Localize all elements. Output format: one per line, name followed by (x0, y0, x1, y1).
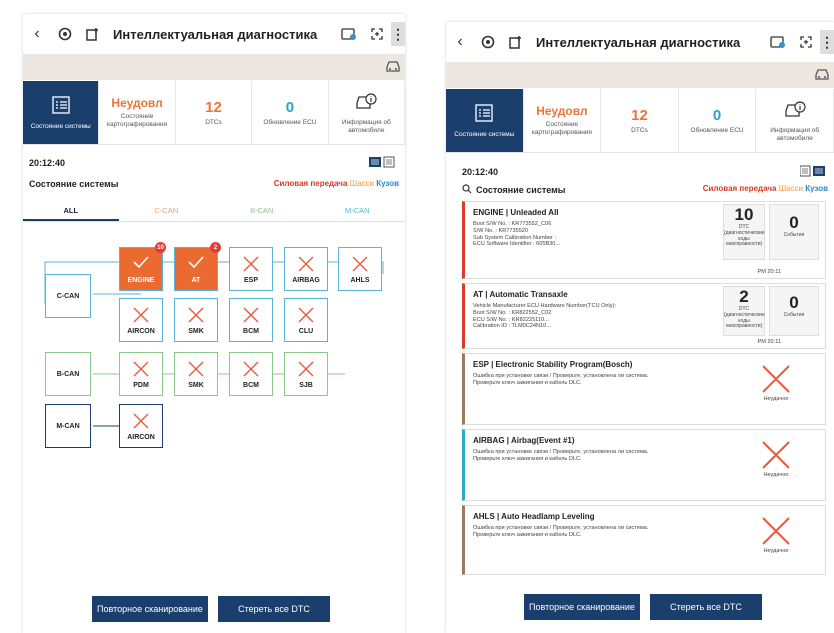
node-bcm-b[interactable]: BCM (229, 352, 273, 396)
bus-m-can: M-CAN (45, 404, 91, 448)
node-aircon-m[interactable]: AIRCON (119, 404, 163, 448)
section-title: Состояние системы (462, 184, 565, 196)
check-icon (132, 255, 150, 271)
header: ‹ Интеллектуальная диагностика ⋮ (446, 22, 834, 62)
car-icon[interactable] (814, 67, 830, 86)
node-at[interactable]: 2 AT (174, 242, 221, 291)
system-list: ENGINE | Unleaded All Boot S/W No. : KR7… (462, 201, 826, 583)
node-aircon[interactable]: AIRCON (119, 298, 163, 342)
rescan-button[interactable]: Повторное сканирование (92, 596, 208, 622)
dtc-badge: 10 (155, 242, 166, 253)
events-count-box[interactable]: 0 События (769, 286, 819, 336)
vehicle-connect-icon[interactable] (502, 32, 530, 52)
erase-dtc-button[interactable]: Стереть все DTC (650, 594, 762, 620)
error-x-icon (132, 306, 150, 326)
node-airbag[interactable]: AIRBAG (284, 247, 328, 291)
list-item-esp[interactable]: ESP | Electronic Stability Program(Bosch… (462, 353, 826, 425)
fullscreen-icon[interactable] (792, 32, 820, 52)
scan-settings-icon[interactable] (474, 32, 502, 52)
error-x-icon (351, 255, 369, 275)
dtc-badge: 2 (210, 242, 221, 253)
list-item-at[interactable]: AT | Automatic Transaxle Vehicle Manufac… (462, 283, 826, 349)
check-icon (187, 255, 205, 271)
summary-cards: Состояние системы Неудовл Состояние карт… (446, 89, 834, 153)
vci-icon[interactable] (764, 32, 792, 52)
left-screen: ‹ Интеллектуальная диагностика ⋮ Состоян… (23, 14, 405, 633)
app-title: Интеллектуальная диагностика (536, 34, 741, 50)
error-x-icon (187, 360, 205, 380)
list-icon (474, 103, 494, 128)
card-ecu-update[interactable]: 0 Обновление ECU (679, 89, 757, 152)
list-item-airbag[interactable]: AIRBAG | Airbag(Event #1) Ошибка при уст… (462, 429, 826, 501)
node-engine[interactable]: 10 ENGINE (119, 242, 166, 291)
link-chassis[interactable]: Шасси (779, 184, 803, 193)
card-dtcs[interactable]: 12 DTCs (601, 89, 679, 152)
node-smk[interactable]: SMK (174, 298, 218, 342)
bus-c-can: C-CAN (45, 274, 91, 318)
rescan-button[interactable]: Повторное сканирование (524, 594, 640, 620)
error-x-icon (132, 412, 150, 432)
search-icon[interactable] (462, 184, 472, 196)
error-x-icon (242, 255, 260, 275)
more-icon[interactable]: ⋮ (820, 30, 834, 54)
card-vehicle-info[interactable]: Информация об автомобиле (756, 89, 834, 152)
list-item-ahls[interactable]: AHLS | Auto Headlamp Leveling Ошибка при… (462, 505, 826, 575)
node-pdm[interactable]: PDM (119, 352, 163, 396)
action-buttons: Повторное сканирование Стереть все DTC (92, 596, 330, 622)
card-system-status[interactable]: Состояние системы (446, 89, 524, 152)
link-body[interactable]: Кузов (805, 184, 828, 193)
node-sjb[interactable]: SJB (284, 352, 328, 396)
node-clu[interactable]: CLU (284, 298, 328, 342)
node-esp[interactable]: ESP (229, 247, 273, 291)
back-arrow-icon[interactable]: ‹ (446, 33, 474, 51)
vehicle-bar (446, 62, 834, 88)
grid-view-icon[interactable] (799, 164, 826, 182)
error-x-icon (297, 306, 315, 326)
link-powertrain[interactable]: Силовая передача (703, 184, 777, 193)
error-x-icon (297, 255, 315, 275)
error-x-icon (297, 360, 315, 380)
events-count-box[interactable]: 0 События (769, 204, 819, 260)
dtc-count-box[interactable]: 10 DTC (диагностические коды неисправнос… (723, 204, 765, 260)
erase-dtc-button[interactable]: Стереть все DTC (218, 596, 330, 622)
card-mapping-status[interactable]: Неудовл Состояние картографирования (524, 89, 602, 152)
bus-b-can: B-CAN (45, 352, 91, 396)
timestamp: 20:12:40 (462, 167, 499, 177)
error-x-icon (242, 306, 260, 326)
action-buttons: Повторное сканирование Стереть все DTC (524, 594, 762, 620)
error-x-icon (187, 306, 205, 326)
node-bcm[interactable]: BCM (229, 298, 273, 342)
error-x-icon (132, 360, 150, 380)
dtc-count-box[interactable]: 2 DTC (диагностические коды неисправност… (723, 286, 765, 336)
node-ahls[interactable]: AHLS (338, 247, 382, 291)
node-smk-b[interactable]: SMK (174, 352, 218, 396)
system-filter-links: Силовая передача Шасси Кузов (703, 184, 828, 193)
right-screen: ‹ Интеллектуальная диагностика ⋮ Состоян… (446, 22, 834, 633)
error-x-icon (242, 360, 260, 380)
car-info-icon (784, 99, 806, 124)
list-item-engine[interactable]: ENGINE | Unleaded All Boot S/W No. : KR7… (462, 201, 826, 279)
